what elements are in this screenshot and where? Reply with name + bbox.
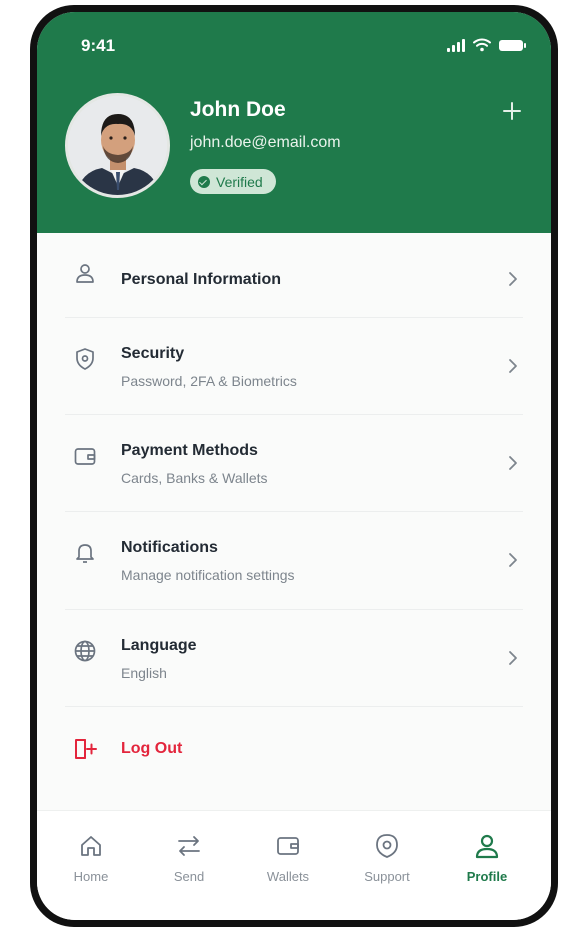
chevron-right-icon: [505, 648, 521, 668]
menu-item-security[interactable]: Security Password, 2FA & Biometrics: [37, 318, 551, 414]
plus-icon: [503, 102, 521, 120]
menu-title: Personal Information: [121, 271, 282, 288]
bell-icon: [71, 539, 99, 567]
user-name: John Doe: [190, 98, 286, 121]
shield-icon: [71, 345, 99, 373]
user-icon: [71, 259, 99, 287]
home-icon: [76, 831, 106, 861]
status-bar: 9:41: [37, 34, 551, 58]
status-time: 9:41: [81, 36, 116, 55]
menu-title: Security: [121, 345, 185, 362]
verified-label: Verified: [216, 173, 263, 190]
logout-label: Log Out: [121, 740, 183, 757]
support-icon: [372, 831, 402, 861]
menu-item-notifications[interactable]: Notifications Manage notification settin…: [37, 512, 551, 608]
verified-badge: Verified: [190, 169, 276, 194]
signal-icon: [447, 38, 465, 52]
chevron-right-icon: [505, 356, 521, 376]
chevron-right-icon: [505, 453, 521, 473]
tab-label: Home: [73, 869, 109, 884]
wallet-icon: [71, 442, 99, 470]
tab-wallets[interactable]: Wallets: [243, 831, 333, 884]
battery-icon: [499, 39, 526, 51]
logout-icon: [71, 735, 99, 763]
profile-icon: [472, 831, 502, 861]
menu-item-personal-information[interactable]: Personal Information: [37, 233, 551, 317]
tab-label: Profile: [466, 869, 508, 884]
tab-send[interactable]: Send: [144, 831, 234, 884]
logout-button[interactable]: Log Out: [37, 707, 551, 791]
check-circle-icon: [198, 175, 210, 188]
wifi-icon: [473, 38, 491, 52]
status-icons: [447, 38, 526, 52]
phone-frame: 9:41 John Doe john.doe@email.com Verifie…: [30, 5, 558, 927]
screen: 9:41 John Doe john.doe@email.com Verifie…: [37, 12, 551, 920]
menu-subtitle: Manage notification settings: [121, 567, 295, 583]
bottom-tab-bar: Home Send Wallets Support Profile: [37, 810, 551, 920]
globe-icon: [71, 637, 99, 665]
tab-label: Support: [364, 869, 410, 884]
profile-header: 9:41 John Doe john.doe@email.com Verifie…: [37, 12, 551, 233]
menu-title: Language: [121, 637, 197, 654]
avatar[interactable]: [65, 93, 170, 198]
menu-item-payment-methods[interactable]: Payment Methods Cards, Banks & Wallets: [37, 415, 551, 511]
wallet-icon: [273, 831, 303, 861]
tab-support[interactable]: Support: [342, 831, 432, 884]
chevron-right-icon: [505, 550, 521, 570]
transfer-icon: [174, 831, 204, 861]
tab-home[interactable]: Home: [46, 831, 136, 884]
user-email: john.doe@email.com: [190, 134, 341, 151]
menu-item-language[interactable]: Language English: [37, 610, 551, 706]
menu-subtitle: Password, 2FA & Biometrics: [121, 373, 297, 389]
menu-title: Payment Methods: [121, 442, 258, 459]
menu-title: Notifications: [121, 539, 218, 556]
tab-label: Wallets: [266, 869, 310, 884]
add-button[interactable]: [497, 96, 527, 126]
chevron-right-icon: [505, 269, 521, 289]
tab-profile[interactable]: Profile: [442, 831, 532, 884]
menu-subtitle: Cards, Banks & Wallets: [121, 470, 268, 486]
tab-label: Send: [173, 869, 205, 884]
menu-subtitle: English: [121, 665, 167, 681]
